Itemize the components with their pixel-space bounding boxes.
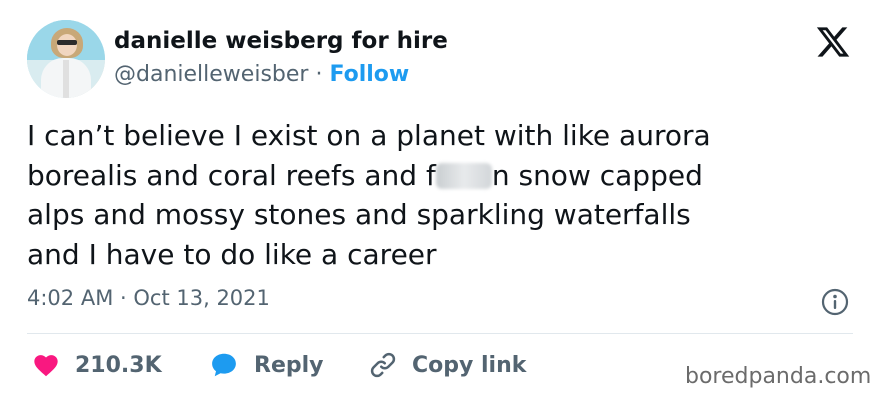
speech-bubble-icon	[212, 353, 236, 377]
tweet-line-part: borealis and coral reefs and f	[27, 158, 436, 192]
copy-link-button[interactable]: Copy link	[368, 348, 526, 382]
tweet-line: alps and mossy stones and sparkling wate…	[27, 198, 691, 231]
divider	[27, 333, 853, 334]
reply-button[interactable]: Reply	[208, 348, 324, 382]
avatar-strap	[63, 60, 69, 98]
reply-label: Reply	[254, 352, 324, 378]
tweet-card: danielle weisberg for hire @danielleweis…	[0, 0, 880, 400]
like-button[interactable]: 210.3K	[31, 348, 162, 382]
tweet-line: I can’t believe I exist on a planet with…	[27, 119, 711, 152]
author-display-name[interactable]: danielle weisberg for hire	[114, 28, 448, 54]
avatar-face	[57, 34, 77, 56]
tweet-line: borealis and coral reefs and f n snow cap…	[27, 156, 867, 196]
link-icon	[370, 352, 396, 378]
avatar-sunglasses	[57, 40, 77, 45]
heart-icon	[34, 355, 58, 377]
tweet-time: 4:02 AM	[27, 286, 114, 310]
tweet-date: Oct 13, 2021	[133, 286, 270, 310]
handle-separator: ·	[315, 62, 323, 87]
timestamp-separator: ·	[120, 286, 127, 310]
censored-word-blur	[435, 162, 492, 189]
avatar[interactable]	[27, 20, 105, 98]
like-count: 210.3K	[75, 352, 162, 378]
tweet-line: and I have to do like a career	[27, 237, 437, 271]
author-handle-row: @danielleweisber · Follow	[114, 62, 409, 87]
tweet-text: I can’t believe I exist on a planet with…	[27, 116, 867, 274]
author-handle[interactable]: @danielleweisber	[114, 62, 308, 87]
info-icon[interactable]	[820, 287, 850, 317]
timestamp[interactable]: 4:02 AM · Oct 13, 2021	[27, 286, 270, 310]
watermark: boredpanda.com	[685, 364, 872, 389]
tweet-line-part: n snow capped	[491, 158, 703, 192]
follow-button[interactable]: Follow	[329, 62, 409, 87]
x-logo-icon[interactable]	[814, 24, 852, 60]
copy-link-label: Copy link	[412, 352, 527, 378]
